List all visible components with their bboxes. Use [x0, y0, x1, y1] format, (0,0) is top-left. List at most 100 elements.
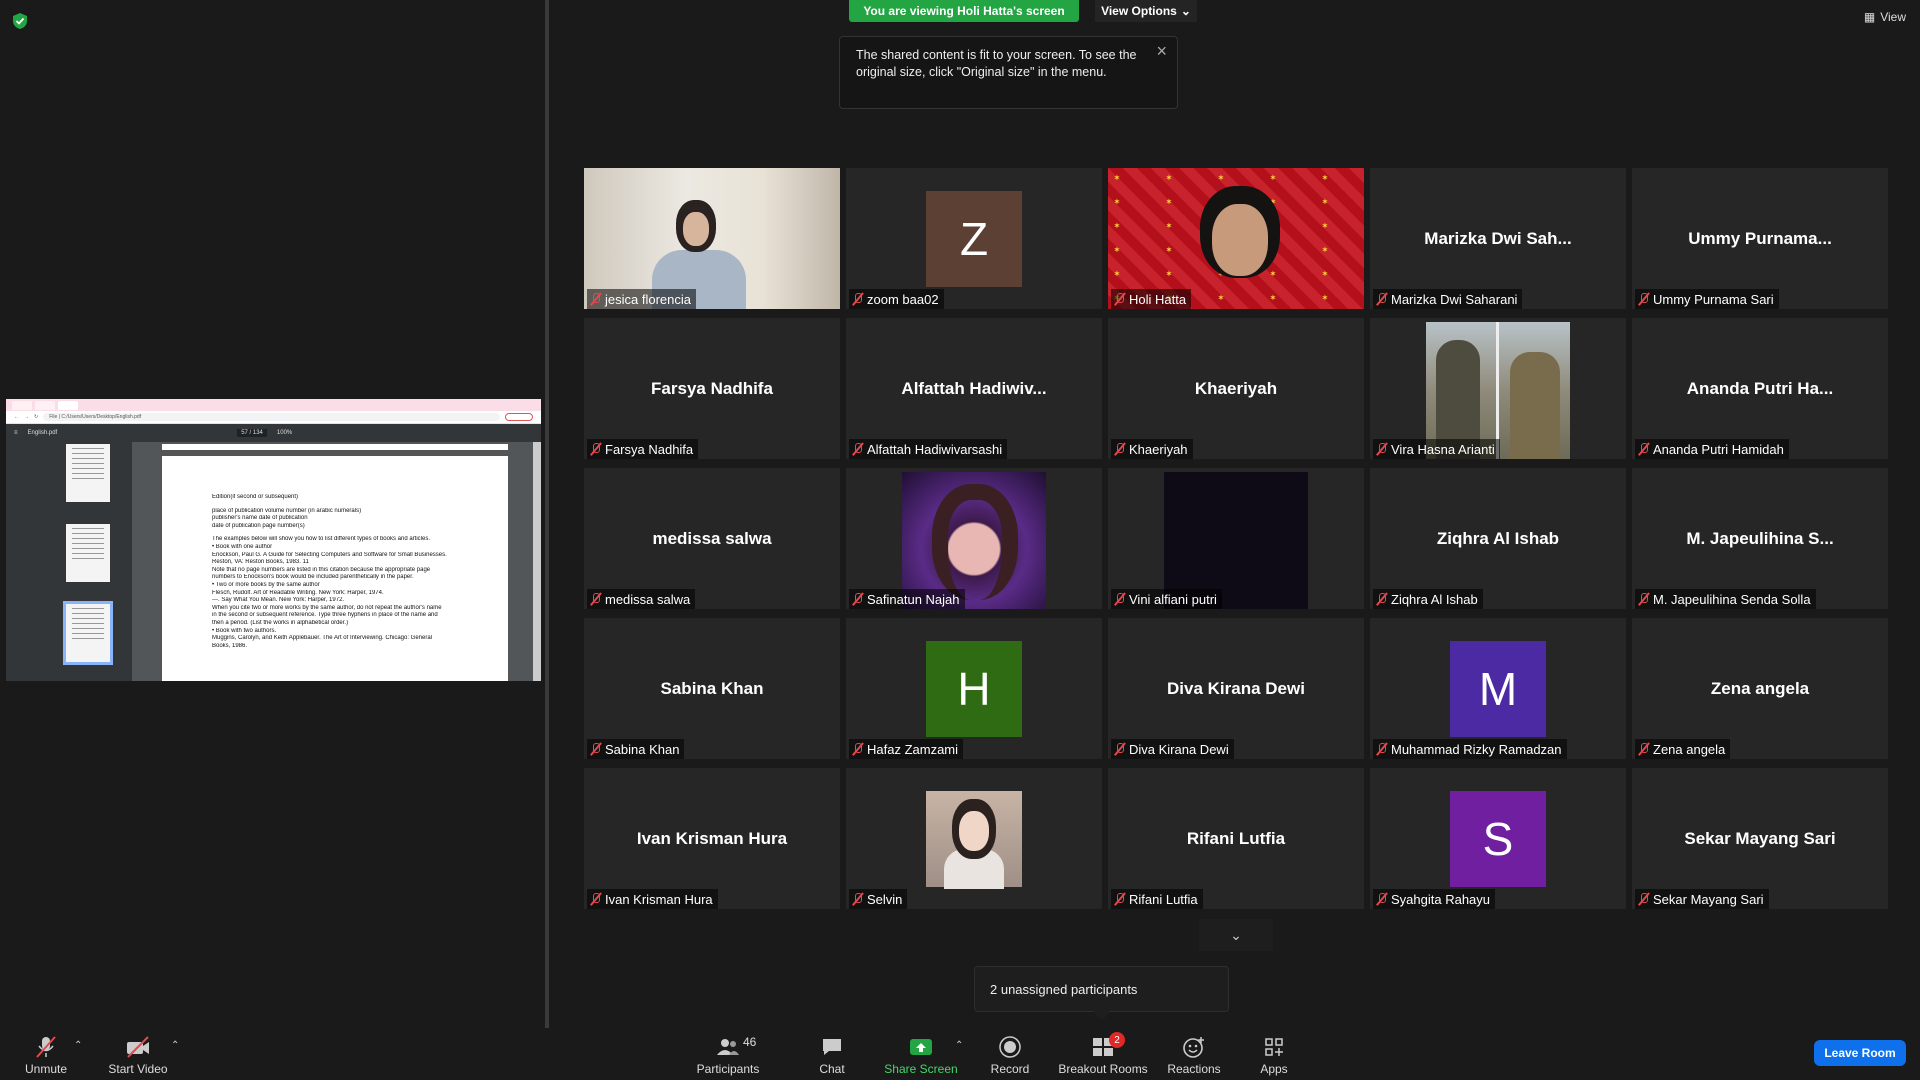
panel-splitter[interactable] [545, 0, 549, 1028]
participant-name: Hafaz Zamzami [867, 741, 959, 757]
mic-muted-icon [1114, 592, 1126, 606]
update-button [505, 413, 533, 421]
participant-tile[interactable]: Ummy Purnama... Ummy Purnama Sari [1632, 168, 1888, 309]
participant-tile[interactable]: ✶✶✶✶✶✶✶✶✶✶✶✶✶✶✶✶✶✶✶✶✶✶✶✶✶✶✶✶✶✶Holi Hatta [1108, 168, 1364, 309]
pdf-text-line: Enockson, Paul G. A Guide for Selecting … [212, 551, 447, 558]
participant-name-label: Rifani Lutfia [1111, 889, 1203, 909]
mic-muted-icon [590, 892, 602, 906]
participant-tile[interactable]: Ziqhra Al Ishab Ziqhra Al Ishab [1370, 468, 1626, 609]
start-video-button[interactable]: Start Video [105, 1028, 171, 1080]
participant-name: Farsya Nadhifa [605, 441, 694, 457]
mic-muted-icon [1376, 742, 1388, 756]
participant-tile[interactable]: Ananda Putri Ha... Ananda Putri Hamidah [1632, 318, 1888, 459]
participant-tile[interactable]: Rifani Lutfia Rifani Lutfia [1108, 768, 1364, 909]
participant-tile[interactable]: Alfattah Hadiwiv... Alfattah Hadiwivarsas… [846, 318, 1102, 459]
participant-name: Zena angela [1653, 741, 1726, 757]
participant-name: Muhammad Rizky Ramadzan [1391, 741, 1562, 757]
mic-muted-icon [852, 592, 864, 606]
participants-label: Participants [696, 1062, 760, 1076]
participant-tile[interactable]: Marizka Dwi Sah... Marizka Dwi Saharani [1370, 168, 1626, 309]
pdf-text-line: ---. Say What You Mean. New York: Harper… [212, 597, 345, 604]
pdf-scrollbar [533, 442, 541, 681]
participant-tile[interactable]: Zena angela Zena angela [1632, 618, 1888, 759]
mic-muted-icon [852, 442, 864, 456]
video-options-caret-icon[interactable]: ⌃ [171, 1040, 179, 1051]
participant-tile[interactable]: M Muhammad Rizky Ramadzan [1370, 618, 1626, 759]
participant-tile[interactable]: Farsya Nadhifa Farsya Nadhifa [584, 318, 840, 459]
browser-tab [35, 400, 55, 410]
reactions-label: Reactions [1167, 1062, 1221, 1076]
participant-tile[interactable]: Vira Hasna Arianti [1370, 318, 1626, 459]
participant-display-name: Ananda Putri Ha... [1686, 378, 1834, 398]
participant-tile[interactable]: Zzoom baa02 [846, 168, 1102, 309]
share-screen-button[interactable]: Share Screen [884, 1028, 958, 1080]
leave-room-button[interactable]: Leave Room [1814, 1040, 1906, 1066]
participant-tile[interactable]: jesica florencia [584, 168, 840, 309]
breakout-rooms-button[interactable]: 2 Breakout Rooms [1058, 1028, 1148, 1080]
fit-to-screen-tooltip: The shared content is fit to your screen… [839, 36, 1178, 109]
participant-name-label: jesica florencia [587, 289, 696, 309]
participant-tile[interactable]: Safinatun Najah [846, 468, 1102, 609]
pdf-text-line: Edition(if second or subsequent) [212, 494, 299, 500]
pdf-text-line: numbers to Enockson's book would be incl… [212, 574, 414, 581]
pdf-zoom: 100% [276, 430, 293, 436]
forward-icon: → [24, 414, 29, 420]
participant-gallery: jesica florencia Zzoom baa02 ✶ ✶ ✶ ✶ ✶ ✶ ✶ ✶ ✶ ✶ ✶ ✶ ✶… [584, 168, 1889, 913]
expand-gallery-button[interactable]: ⌄ [1199, 919, 1273, 951]
view-options-button[interactable]: View Options ⌄ [1095, 0, 1197, 22]
pdf-text-line: then a period. (List the works in alphab… [212, 619, 349, 626]
audio-options-caret-icon[interactable]: ⌃ [74, 1040, 82, 1051]
participant-display-name: Ivan Krisman Hura [636, 828, 788, 848]
pdf-text-line: • Book with one author [212, 543, 273, 550]
participant-name: Khaeriyah [1129, 441, 1188, 457]
participant-name-label: Ananda Putri Hamidah [1635, 439, 1789, 459]
participant-tile[interactable]: Ivan Krisman Hura Ivan Krisman Hura [584, 768, 840, 909]
chat-button[interactable]: Chat [812, 1028, 852, 1080]
backdrop-logo-icon: ✶ [1322, 223, 1328, 230]
participant-tile[interactable]: H Hafaz Zamzami [846, 618, 1102, 759]
participant-display-name: medissa salwa [652, 528, 772, 548]
backdrop-logo-icon: ✶ [1322, 199, 1328, 206]
unassigned-participants-popup[interactable]: 2 unassigned participants [974, 966, 1229, 1012]
backdrop-logo-icon: ✶ [1166, 247, 1172, 254]
mic-muted-icon [852, 292, 864, 306]
participant-display-name: Sekar Mayang Sari [1684, 828, 1836, 848]
backdrop-logo-icon: ✶ [1322, 247, 1328, 254]
mic-muted-icon [1638, 442, 1650, 456]
back-icon: ← [14, 414, 19, 420]
backdrop-logo-icon: ✶ [1114, 247, 1120, 254]
participant-name-label: Muhammad Rizky Ramadzan [1373, 739, 1567, 759]
record-button[interactable]: Record [988, 1028, 1032, 1080]
participant-tile[interactable]: Selvin [846, 768, 1102, 909]
participant-name: Sabina Khan [605, 741, 680, 757]
browser-address-bar: ← → ↻ File | C:/Users/Users/Desktop/Engl… [6, 411, 541, 424]
backdrop-logo-icon: ✶ [1166, 223, 1172, 230]
participant-tile[interactable]: Diva Kirana Dewi Diva Kirana Dewi [1108, 618, 1364, 759]
backdrop-logo-icon: ✶ [1114, 199, 1120, 206]
mic-muted-icon [590, 592, 602, 606]
participant-tile[interactable]: medissa salwa medissa salwa [584, 468, 840, 609]
participant-display-name: M. Japeulihina S... [1686, 528, 1834, 548]
pdf-toolbar: ≡ English.pdf 57 / 134 100% [6, 424, 541, 442]
view-button[interactable]: ▦ View [1864, 10, 1906, 24]
participant-tile[interactable]: Sekar Mayang Sari Sekar Mayang Sari [1632, 768, 1888, 909]
participant-tile[interactable]: Sabina Khan Sabina Khan [584, 618, 840, 759]
backdrop-logo-icon: ✶ [1322, 175, 1328, 182]
mic-muted-icon [1114, 742, 1126, 756]
close-icon[interactable]: × [1156, 42, 1167, 60]
participant-video: ✶✶✶✶✶✶✶✶✶✶✶✶✶✶✶✶✶✶✶✶✶✶✶✶✶✶✶✶✶✶ [1108, 168, 1364, 309]
participant-display-name: Farsya Nadhifa [651, 378, 773, 398]
participant-tile[interactable]: Khaeriyah Khaeriyah [1108, 318, 1364, 459]
shared-browser-window[interactable]: ← → ↻ File | C:/Users/Users/Desktop/Engl… [6, 399, 541, 681]
participants-button[interactable]: 46 Participants [692, 1028, 764, 1080]
participant-tile[interactable]: M. Japeulihina S... M. Japeulihina Senda … [1632, 468, 1888, 609]
participant-name: Diva Kirana Dewi [1129, 741, 1229, 757]
participant-name-label: zoom baa02 [849, 289, 944, 309]
unmute-button[interactable]: Unmute [18, 1028, 74, 1080]
reactions-button[interactable]: Reactions [1166, 1028, 1222, 1080]
participant-tile[interactable]: S Syahgita Rahayu [1370, 768, 1626, 909]
participant-tile[interactable]: Vini alfiani putri [1108, 468, 1364, 609]
pdf-text: Edition(if second or subsequent) place of… [212, 494, 458, 650]
apps-button[interactable]: Apps [1254, 1028, 1294, 1080]
share-options-caret-icon[interactable]: ⌃ [955, 1040, 963, 1051]
